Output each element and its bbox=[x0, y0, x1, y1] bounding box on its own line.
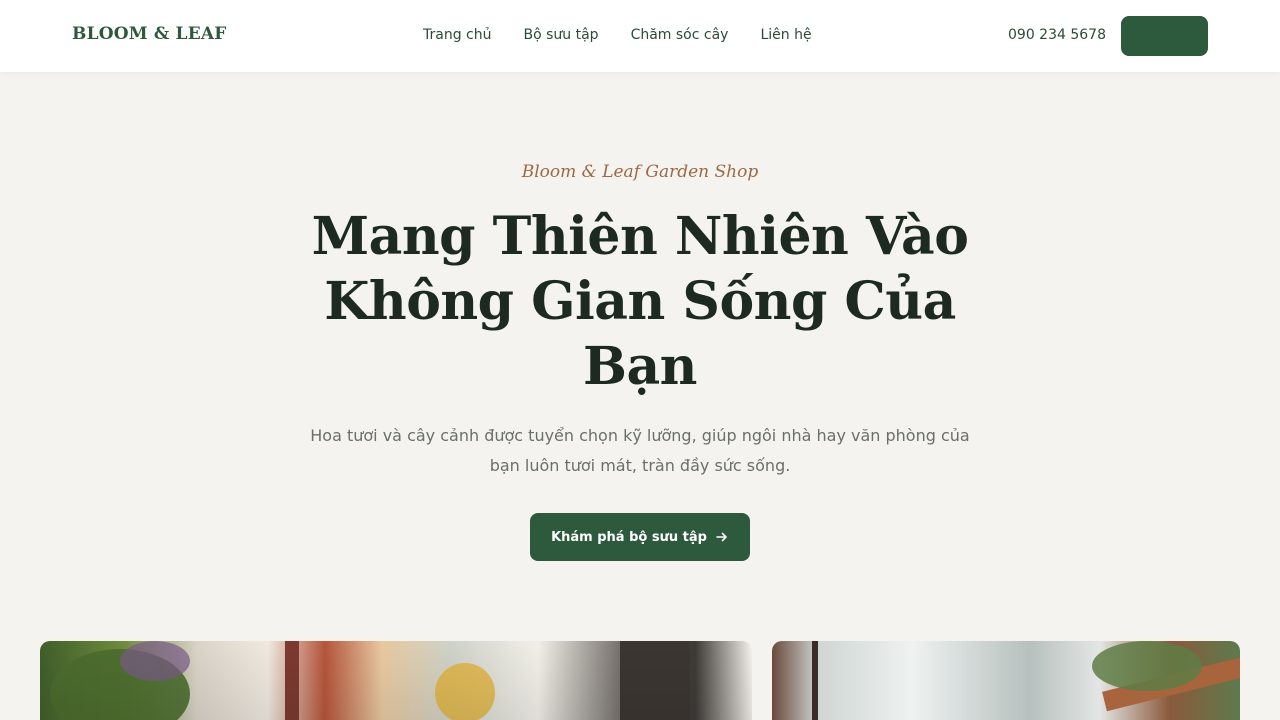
hero-headline: Mang Thiên Nhiên Vào Không Gian Sống Của… bbox=[311, 206, 969, 397]
nav-item-home[interactable]: Trang chủ bbox=[423, 27, 491, 43]
arrow-right-icon bbox=[715, 530, 729, 544]
explore-collection-button[interactable]: Khám phá bộ sưu tập bbox=[530, 513, 750, 561]
gallery-image-greenhouse[interactable] bbox=[772, 641, 1240, 720]
top-navbar: BLOOM & LEAF Trang chủ Bộ sưu tập Chăm s… bbox=[0, 0, 1280, 72]
gallery-image-shop-interior[interactable] bbox=[40, 641, 752, 720]
brand-logo[interactable]: BLOOM & LEAF bbox=[72, 24, 227, 44]
hero-subtitle: Hoa tươi và cây cảnh được tuyển chọn kỹ … bbox=[310, 426, 970, 475]
header-cta-button[interactable] bbox=[1121, 16, 1208, 56]
header-phone[interactable]: 090 234 5678 bbox=[1008, 27, 1106, 43]
hero-section: Bloom & Leaf Garden Shop Mang Thiên Nhiê… bbox=[0, 72, 1280, 640]
main-nav: Trang chủ Bộ sưu tập Chăm sóc cây Liên h… bbox=[423, 27, 812, 43]
nav-item-collection[interactable]: Bộ sưu tập bbox=[523, 27, 598, 43]
hero-tagline: Bloom & Leaf Garden Shop bbox=[521, 162, 759, 182]
nav-item-contact[interactable]: Liên hệ bbox=[760, 27, 811, 43]
nav-item-plant-care[interactable]: Chăm sóc cây bbox=[631, 27, 729, 43]
explore-collection-label: Khám phá bộ sưu tập bbox=[551, 529, 707, 545]
